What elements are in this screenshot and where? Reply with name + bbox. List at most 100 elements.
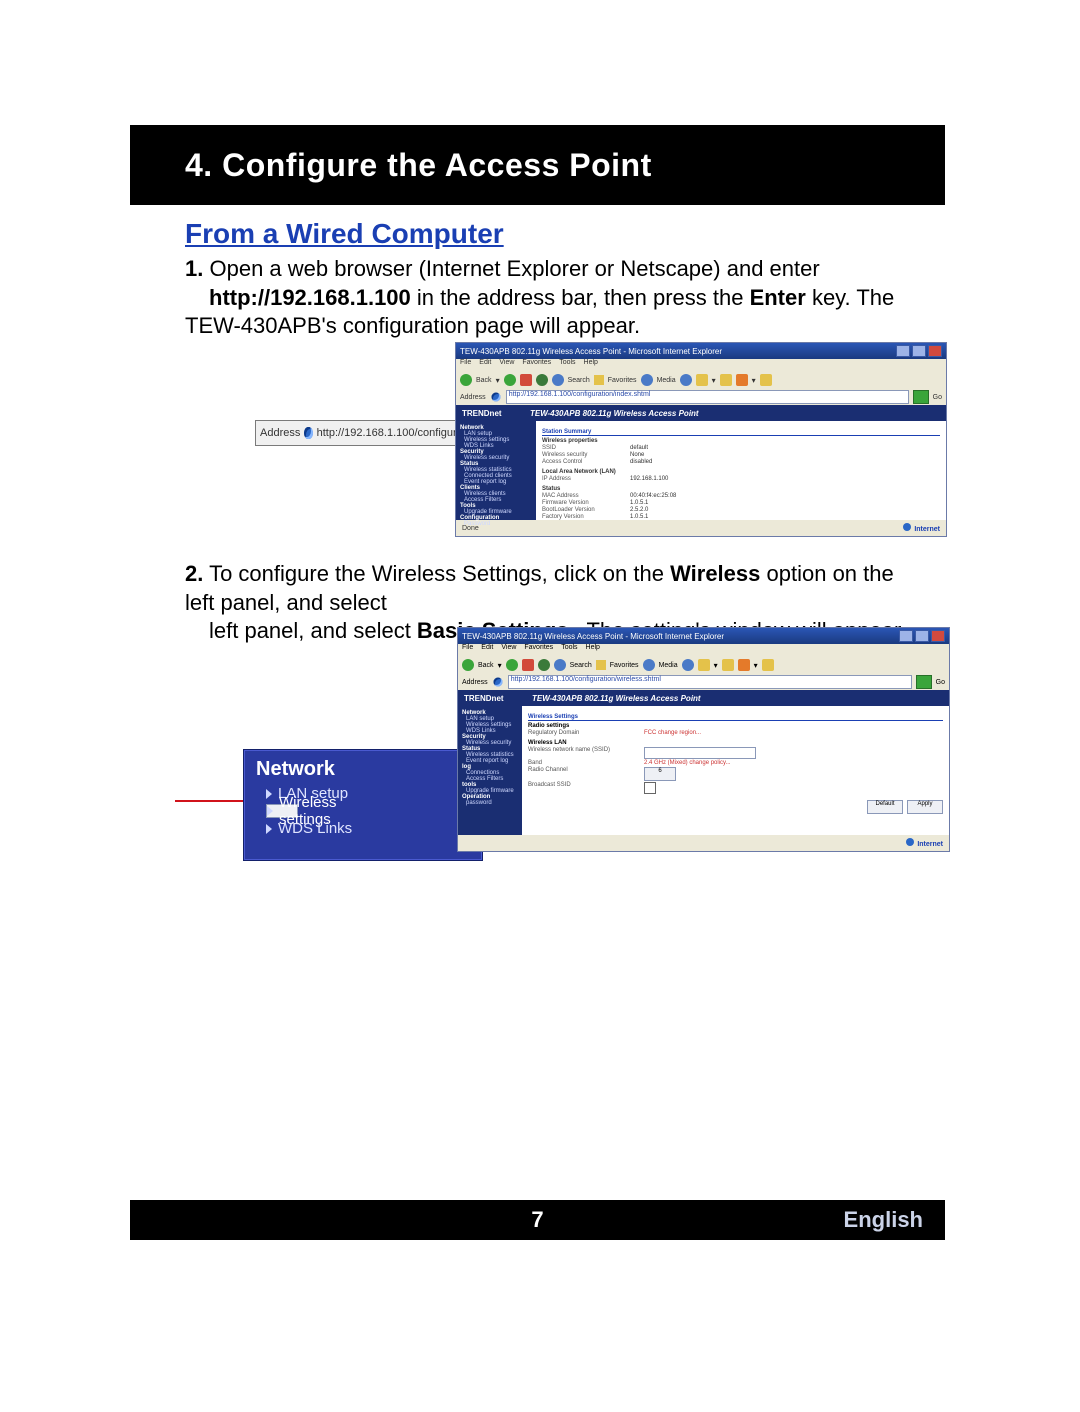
favorites-label[interactable]: Favorites (608, 377, 637, 384)
nav-password[interactable]: password (466, 800, 518, 806)
step2-wireless: Wireless (670, 561, 760, 586)
browser-menu[interactable]: File Edit View Favorites Tools Help (456, 359, 946, 371)
forward-icon[interactable] (506, 659, 518, 671)
main-panel-wireless: Wireless Settings Radio settings Regulat… (522, 706, 949, 835)
globe-icon-3 (493, 678, 502, 687)
refresh-icon[interactable] (536, 374, 548, 386)
window-title: TEW-430APB 802.11g Wireless Access Point… (460, 347, 722, 356)
nav-event-log[interactable]: Event report log (466, 758, 518, 764)
discuss-icon[interactable] (762, 659, 774, 671)
step1-enter: Enter (750, 285, 806, 310)
media-label[interactable]: Media (657, 377, 676, 384)
media-icon[interactable] (641, 374, 653, 386)
edit-icon[interactable] (738, 659, 750, 671)
menu-view[interactable]: View (501, 644, 516, 656)
wireless-properties-heading: Wireless properties (542, 438, 940, 444)
back-label[interactable]: Back (476, 377, 492, 384)
maximize-icon[interactable] (915, 630, 929, 642)
stop-icon[interactable] (520, 374, 532, 386)
browser-screenshot-1: TEW-430APB 802.11g Wireless Access Point… (455, 342, 947, 537)
media-icon[interactable] (643, 659, 655, 671)
address-line: Address http://192.168.1.100/configurati… (456, 389, 946, 405)
step1-url: http://192.168.1.100 (209, 285, 411, 310)
status-zone-2: Internet (906, 838, 943, 848)
discuss-icon[interactable] (760, 374, 772, 386)
back-icon[interactable] (462, 659, 474, 671)
forward-icon[interactable] (504, 374, 516, 386)
go-label-2[interactable]: Go (936, 679, 945, 686)
go-button-2[interactable] (916, 675, 932, 689)
favorites-icon[interactable] (594, 375, 604, 385)
lan-heading: Local Area Network (LAN) (542, 469, 940, 475)
menu-edit[interactable]: Edit (479, 359, 491, 371)
refresh-icon[interactable] (538, 659, 550, 671)
chevron-right-icon (267, 806, 273, 816)
history-icon[interactable] (680, 374, 692, 386)
callout-wds-links[interactable]: WDS Links (266, 820, 470, 837)
menu-help[interactable]: Help (586, 644, 600, 656)
row-fw-v: 1.0.5.1 (630, 500, 648, 506)
row-reg-k: Regulatory Domain (528, 730, 638, 736)
browser-screenshot-2: TEW-430APB 802.11g Wireless Access Point… (457, 627, 950, 852)
back-icon[interactable] (460, 374, 472, 386)
channel-select[interactable]: 6 (644, 767, 676, 781)
callout-wireless-settings[interactable]: Wireless settings (266, 804, 298, 818)
mail-icon[interactable] (698, 659, 710, 671)
row-band-v[interactable]: 2.4 GHz (Mixed) change policy... (644, 760, 731, 766)
address-input[interactable]: http://192.168.1.100/configuration/index… (506, 390, 909, 404)
media-label[interactable]: Media (659, 662, 678, 669)
row-chan-k: Radio Channel (528, 767, 638, 781)
maximize-icon[interactable] (912, 345, 926, 357)
product-header: TRENDnet TEW-430APB 802.11g Wireless Acc… (456, 405, 946, 421)
history-icon[interactable] (682, 659, 694, 671)
step2-text-a: To configure the Wireless Settings, clic… (209, 561, 670, 586)
menu-file[interactable]: File (462, 644, 473, 656)
browser-menu-2[interactable]: File Edit View Favorites Tools Help (458, 644, 949, 656)
address-line-2: Address http://192.168.1.100/configurati… (458, 674, 949, 690)
home-icon[interactable] (554, 659, 566, 671)
step1-text-b: in the address bar, then press the (417, 285, 750, 310)
broadcast-checkbox[interactable] (644, 782, 656, 794)
menu-help[interactable]: Help (584, 359, 598, 371)
search-label[interactable]: Search (568, 377, 590, 384)
address-input-2[interactable]: http://192.168.1.100/configuration/wirel… (508, 675, 912, 689)
print-icon[interactable] (722, 659, 734, 671)
wireless-settings-heading: Wireless Settings (528, 714, 943, 721)
favorites-icon[interactable] (596, 660, 606, 670)
menu-tools[interactable]: Tools (561, 644, 577, 656)
menu-favorites[interactable]: Favorites (524, 644, 553, 656)
apply-button[interactable]: Apply (907, 800, 943, 814)
minimize-icon[interactable] (896, 345, 910, 357)
row-bl-v: 2.5.2.0 (630, 507, 648, 513)
edit-icon[interactable] (736, 374, 748, 386)
go-label[interactable]: Go (933, 394, 942, 401)
menu-edit[interactable]: Edit (481, 644, 493, 656)
stop-icon[interactable] (522, 659, 534, 671)
go-button[interactable] (913, 390, 929, 404)
window-title-2: TEW-430APB 802.11g Wireless Access Point… (462, 632, 724, 641)
globe-icon-2 (491, 393, 500, 402)
row-reg-v[interactable]: FCC change region... (644, 730, 701, 736)
close-icon[interactable] (928, 345, 942, 357)
home-icon[interactable] (552, 374, 564, 386)
close-icon[interactable] (931, 630, 945, 642)
back-label[interactable]: Back (478, 662, 494, 669)
print-icon[interactable] (720, 374, 732, 386)
menu-file[interactable]: File (460, 359, 471, 371)
menu-view[interactable]: View (499, 359, 514, 371)
ssid-input[interactable] (644, 747, 756, 759)
subsection-title: From a Wired Computer (185, 218, 504, 250)
menu-favorites[interactable]: Favorites (522, 359, 551, 371)
brand-logo-2: TRENDnet (464, 694, 524, 703)
favorites-label[interactable]: Favorites (610, 662, 639, 669)
chevron-right-icon (266, 789, 272, 799)
footer-language: English (844, 1207, 923, 1233)
default-button[interactable]: Default (867, 800, 903, 814)
status-heading: Status (542, 486, 940, 492)
search-label[interactable]: Search (570, 662, 592, 669)
menu-tools[interactable]: Tools (559, 359, 575, 371)
window-titlebar-2: TEW-430APB 802.11g Wireless Access Point… (458, 628, 949, 644)
red-arrow-2-icon (175, 800, 247, 802)
minimize-icon[interactable] (899, 630, 913, 642)
mail-icon[interactable] (696, 374, 708, 386)
